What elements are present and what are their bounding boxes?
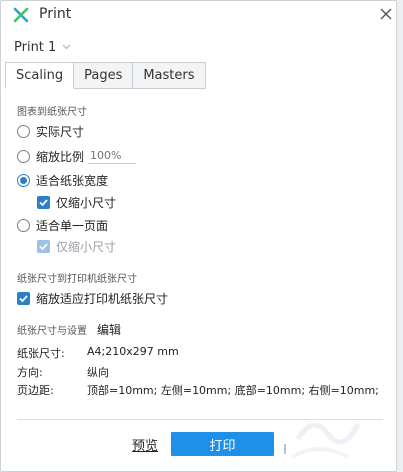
background-strip: [397, 0, 403, 472]
print-button[interactable]: 打印: [171, 432, 274, 456]
x-logo-icon: [13, 7, 29, 23]
tab-scaling[interactable]: Scaling: [5, 62, 75, 89]
watermark-graphic: [291, 422, 361, 459]
checkbox-fit-width-shrink[interactable]: [37, 195, 50, 209]
info-key: 页边距:: [17, 384, 54, 397]
option-label: 缩放比例: [36, 149, 85, 164]
option-fit-page-shrink: 仅缩小尺寸: [37, 237, 116, 255]
option-label: 适合纸张宽度: [36, 173, 109, 188]
option-label: 适合单一页面: [36, 218, 109, 233]
option-scale[interactable]: 缩放比例: [17, 147, 137, 165]
radio-fit-width[interactable]: [17, 173, 30, 187]
radio-scale[interactable]: [17, 149, 30, 163]
checkmark-icon: [39, 242, 48, 250]
paper-size-row: 纸张尺寸: A4;210x297 mm: [17, 345, 179, 361]
title-bar: Print: [1, 1, 396, 31]
chevron-down-icon: [62, 44, 71, 50]
paper-section-title: 纸张尺寸与设置: [17, 325, 87, 337]
print-dialog: Print Print 1 Scaling Pages Masters 图表到纸…: [0, 0, 397, 472]
tab-pages[interactable]: Pages: [74, 62, 134, 89]
info-key: 方向:: [17, 366, 43, 379]
option-fit-width-shrink[interactable]: 仅缩小尺寸: [37, 193, 116, 211]
paper-section-header: 纸张尺寸与设置 编辑: [17, 320, 121, 338]
option-actual-size[interactable]: 实际尺寸: [17, 122, 84, 140]
checkmark-icon: [19, 294, 28, 302]
orientation-row: 方向: 纵向: [17, 364, 109, 380]
resize-handle: [284, 444, 286, 454]
info-value: A4;210x297 mm: [87, 345, 179, 358]
scale-input[interactable]: [88, 148, 137, 164]
window-title: Print: [39, 6, 72, 22]
radio-fit-page[interactable]: [17, 218, 30, 232]
radio-actual-size[interactable]: [17, 124, 30, 138]
profile-select[interactable]: Print 1: [14, 37, 71, 57]
checkbox-fit-printer[interactable]: [17, 291, 30, 305]
margins-row: 页边距: 顶部=10mm; 左侧=10mm; 底部=10mm; 右侧=10mm;: [17, 382, 379, 398]
option-fit-page[interactable]: 适合单一页面: [17, 216, 108, 234]
option-label: 实际尺寸: [36, 124, 85, 139]
checkmark-icon: [39, 198, 48, 206]
profile-name: Print 1: [14, 39, 57, 55]
tab-bar: Scaling Pages Masters: [5, 62, 206, 89]
info-value: 纵向: [87, 366, 109, 379]
preview-link[interactable]: 预览: [132, 435, 158, 454]
info-value: 顶部=10mm; 左侧=10mm; 底部=10mm; 右侧=10mm;: [87, 384, 379, 397]
option-fit-printer[interactable]: 缩放适应打印机纸张尺寸: [17, 289, 168, 307]
scaling-section-title: 图表到纸张尺寸: [17, 107, 87, 118]
option-label: 仅缩小尺寸: [56, 195, 117, 210]
edit-link[interactable]: 编辑: [97, 321, 121, 338]
printer-section-title: 纸张尺寸到打印机纸张尺寸: [17, 274, 137, 285]
option-label: 缩放适应打印机纸张尺寸: [36, 291, 169, 306]
checkbox-fit-page-shrink: [37, 239, 50, 253]
info-key: 纸张尺寸:: [17, 347, 65, 360]
tab-masters[interactable]: Masters: [133, 62, 206, 89]
close-icon[interactable]: [379, 7, 393, 21]
option-label: 仅缩小尺寸: [56, 239, 117, 254]
option-fit-width[interactable]: 适合纸张宽度: [17, 171, 108, 189]
